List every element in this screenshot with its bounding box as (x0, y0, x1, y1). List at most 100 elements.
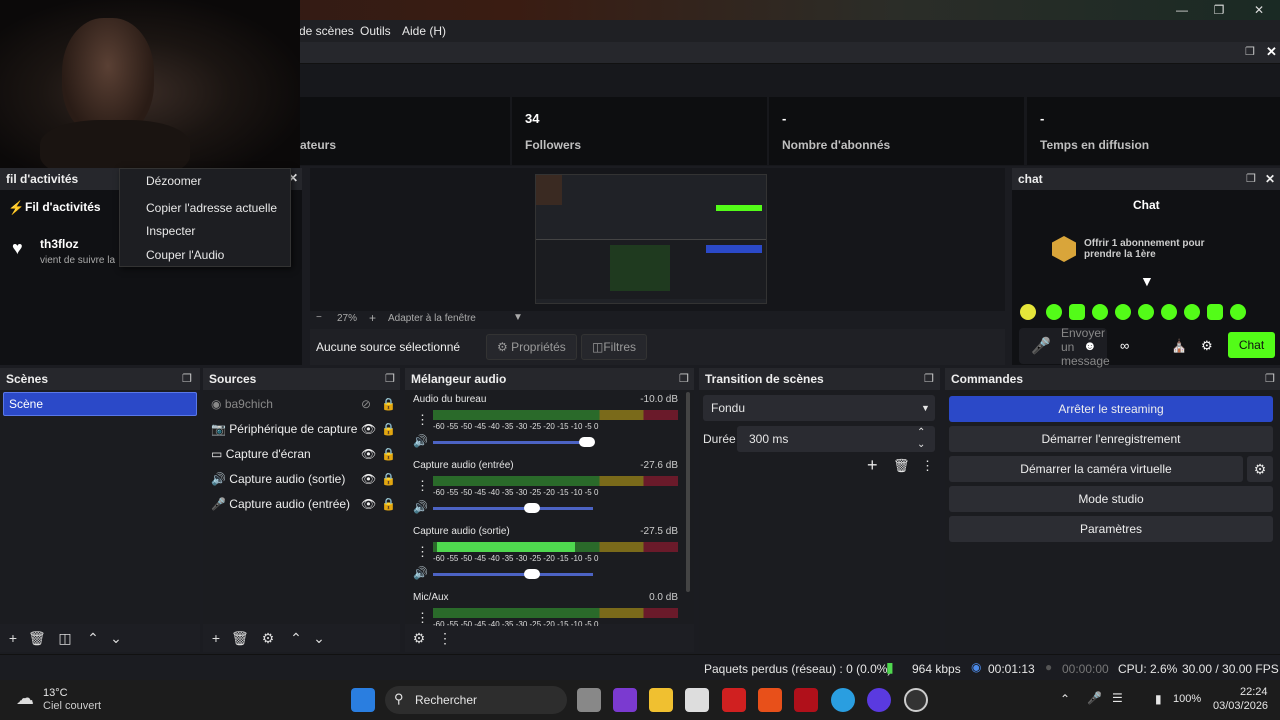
wifi-icon[interactable]: ☰ (1112, 691, 1123, 705)
speaker-icon[interactable]: 🔊 (413, 434, 428, 448)
chevron-down-icon[interactable]: ⌄ (917, 432, 925, 458)
advanced-audio-icon[interactable]: ⚙ (411, 630, 427, 646)
emoji-icon[interactable]: ☻ (1083, 338, 1097, 353)
menu-dots-icon[interactable]: ⋮ (921, 458, 934, 474)
source-item[interactable]: 📷 Périphérique de capture 👁 🔒 (211, 418, 396, 440)
float-icon[interactable]: ❐ (1245, 45, 1255, 58)
close-icon[interactable]: ✕ (1265, 168, 1275, 190)
app-circle-icon[interactable] (867, 688, 891, 712)
netflix-icon[interactable] (794, 688, 818, 712)
brave-browser-icon[interactable] (758, 688, 782, 712)
menu-item-mute[interactable]: Couper l'Audio (146, 248, 224, 262)
close-icon[interactable]: ✕ (1266, 44, 1277, 60)
gift-promo[interactable]: Offrir 1 abonnement pour prendre la 1ère (1084, 238, 1224, 260)
eye-icon[interactable]: 👁 (361, 468, 376, 490)
copilot-icon[interactable] (613, 688, 637, 712)
volume-slider[interactable] (433, 503, 593, 513)
menu-item-zoom-out[interactable]: Dézoomer (146, 174, 201, 188)
lock-icon[interactable]: 🔒 (381, 443, 396, 465)
source-item[interactable]: ▭ Capture d'écran 👁 🔒 (211, 443, 396, 465)
infinity-icon[interactable]: ∞ (1120, 338, 1129, 353)
properties-button[interactable]: ⚙ Propriétés (486, 334, 577, 360)
windows-start-icon[interactable] (351, 688, 375, 712)
float-icon[interactable]: ❐ (1246, 168, 1256, 190)
emote-bar[interactable] (1020, 304, 1250, 322)
chevron-down-icon[interactable]: ⌄ (108, 630, 124, 646)
gear-icon[interactable]: ⚙ (1247, 456, 1273, 482)
fit-window-label[interactable]: Adapter à la fenêtre (388, 313, 476, 324)
minimize-icon[interactable]: — (1172, 2, 1192, 18)
trash-icon[interactable]: 🗑 (28, 630, 46, 646)
store-icon[interactable] (685, 688, 709, 712)
weather-icon[interactable]: ☁ (16, 688, 34, 709)
menu-dots-icon[interactable]: ⋮ (416, 610, 429, 626)
eye-icon[interactable]: 👁 (361, 418, 376, 440)
speaker-icon[interactable]: 🔊 (413, 500, 428, 514)
float-icon[interactable]: ❐ (924, 368, 934, 390)
chevron-up-icon[interactable]: ⌃ (1060, 692, 1070, 706)
filters-button[interactable]: ◫Filtres (581, 334, 648, 360)
close-icon[interactable]: ✕ (1249, 2, 1269, 18)
eye-icon[interactable]: 👁 (361, 493, 376, 515)
microphone-icon[interactable]: 🎤 (1031, 336, 1051, 356)
battery-icon[interactable]: ▮ (1155, 692, 1162, 706)
volume-slider-knob[interactable] (578, 437, 595, 447)
volume-slider[interactable] (433, 569, 593, 579)
filter-icon[interactable]: ◫ (57, 630, 73, 646)
send-chat-button[interactable]: Chat (1228, 332, 1275, 358)
add-icon[interactable]: + (208, 630, 224, 646)
volume-slider[interactable] (433, 437, 595, 447)
source-item[interactable]: 🔊 Capture audio (sortie) 👁 🔒 (211, 468, 396, 490)
eye-icon[interactable]: 👁 (361, 443, 376, 465)
chat-input[interactable]: 🎤 Envoyer un message ☻ (1019, 326, 1110, 368)
menu-scenes[interactable]: de scènes (299, 24, 354, 38)
float-icon[interactable]: ❐ (679, 368, 689, 390)
event-user[interactable]: th3floz (40, 237, 79, 251)
lock-icon[interactable]: 🔒 (381, 493, 396, 515)
menu-dots-icon[interactable]: ⋮ (416, 478, 429, 494)
menu-help[interactable]: Aide (H) (402, 24, 446, 38)
transition-select[interactable]: Fondu ▼ (703, 395, 935, 421)
taskbar-search[interactable]: ⚲ Rechercher (385, 686, 567, 714)
float-icon[interactable]: ❐ (1265, 368, 1275, 390)
chevron-up-icon[interactable]: ⌃ (288, 630, 304, 646)
gear-icon[interactable]: ⚙ (260, 630, 276, 646)
store-icon[interactable]: ⛪ (1171, 338, 1187, 354)
add-icon[interactable]: + (5, 630, 21, 646)
lock-icon[interactable]: 🔒 (381, 418, 396, 440)
zoom-out-icon[interactable]: − (316, 312, 322, 323)
stop-streaming-button[interactable]: Arrêter le streaming (949, 396, 1273, 422)
source-item[interactable]: ◉ ba9chich ⊘ 🔒 (211, 393, 396, 415)
file-explorer-icon[interactable] (649, 688, 673, 712)
studio-mode-button[interactable]: Mode studio (949, 486, 1273, 512)
chevron-up-icon[interactable]: ⌃ (85, 630, 101, 646)
menu-item-inspect[interactable]: Inspecter (146, 224, 195, 238)
menu-item-copy-url[interactable]: Copier l'adresse actuelle (146, 201, 277, 215)
app-l-icon[interactable] (722, 688, 746, 712)
obs-icon[interactable] (904, 688, 928, 712)
task-view-icon[interactable] (577, 688, 601, 712)
float-icon[interactable]: ❐ (385, 368, 395, 390)
telegram-icon[interactable] (831, 688, 855, 712)
hidden-icon[interactable]: ⊘ (361, 393, 371, 415)
chevron-down-icon[interactable]: ▼ (513, 312, 523, 323)
start-virtual-camera-button[interactable]: Démarrer la caméra virtuelle (949, 456, 1243, 482)
chevron-down-icon[interactable]: ⌄ (311, 630, 327, 646)
speaker-icon[interactable]: 🔊 (413, 566, 428, 580)
zoom-in-icon[interactable]: + (369, 311, 376, 325)
preview-canvas[interactable] (535, 174, 767, 304)
volume-slider-knob[interactable] (524, 503, 541, 513)
menu-dots-icon[interactable]: ⋮ (416, 412, 429, 428)
lock-icon[interactable]: 🔒 (381, 468, 396, 490)
maximize-icon[interactable]: ❐ (1209, 2, 1229, 18)
trash-icon[interactable]: 🗑 (893, 458, 910, 474)
volume-slider-knob[interactable] (524, 569, 541, 579)
settings-button[interactable]: Paramètres (949, 516, 1273, 542)
add-icon[interactable]: + (867, 455, 878, 476)
clock-date[interactable]: 03/03/2026 (1213, 700, 1268, 712)
trash-icon[interactable]: 🗑 (231, 630, 249, 646)
menu-dots-icon[interactable]: ⋮ (416, 544, 429, 560)
menu-dots-icon[interactable]: ⋮ (437, 630, 453, 646)
scene-item[interactable]: Scène (3, 392, 197, 416)
float-icon[interactable]: ❐ (182, 368, 192, 390)
